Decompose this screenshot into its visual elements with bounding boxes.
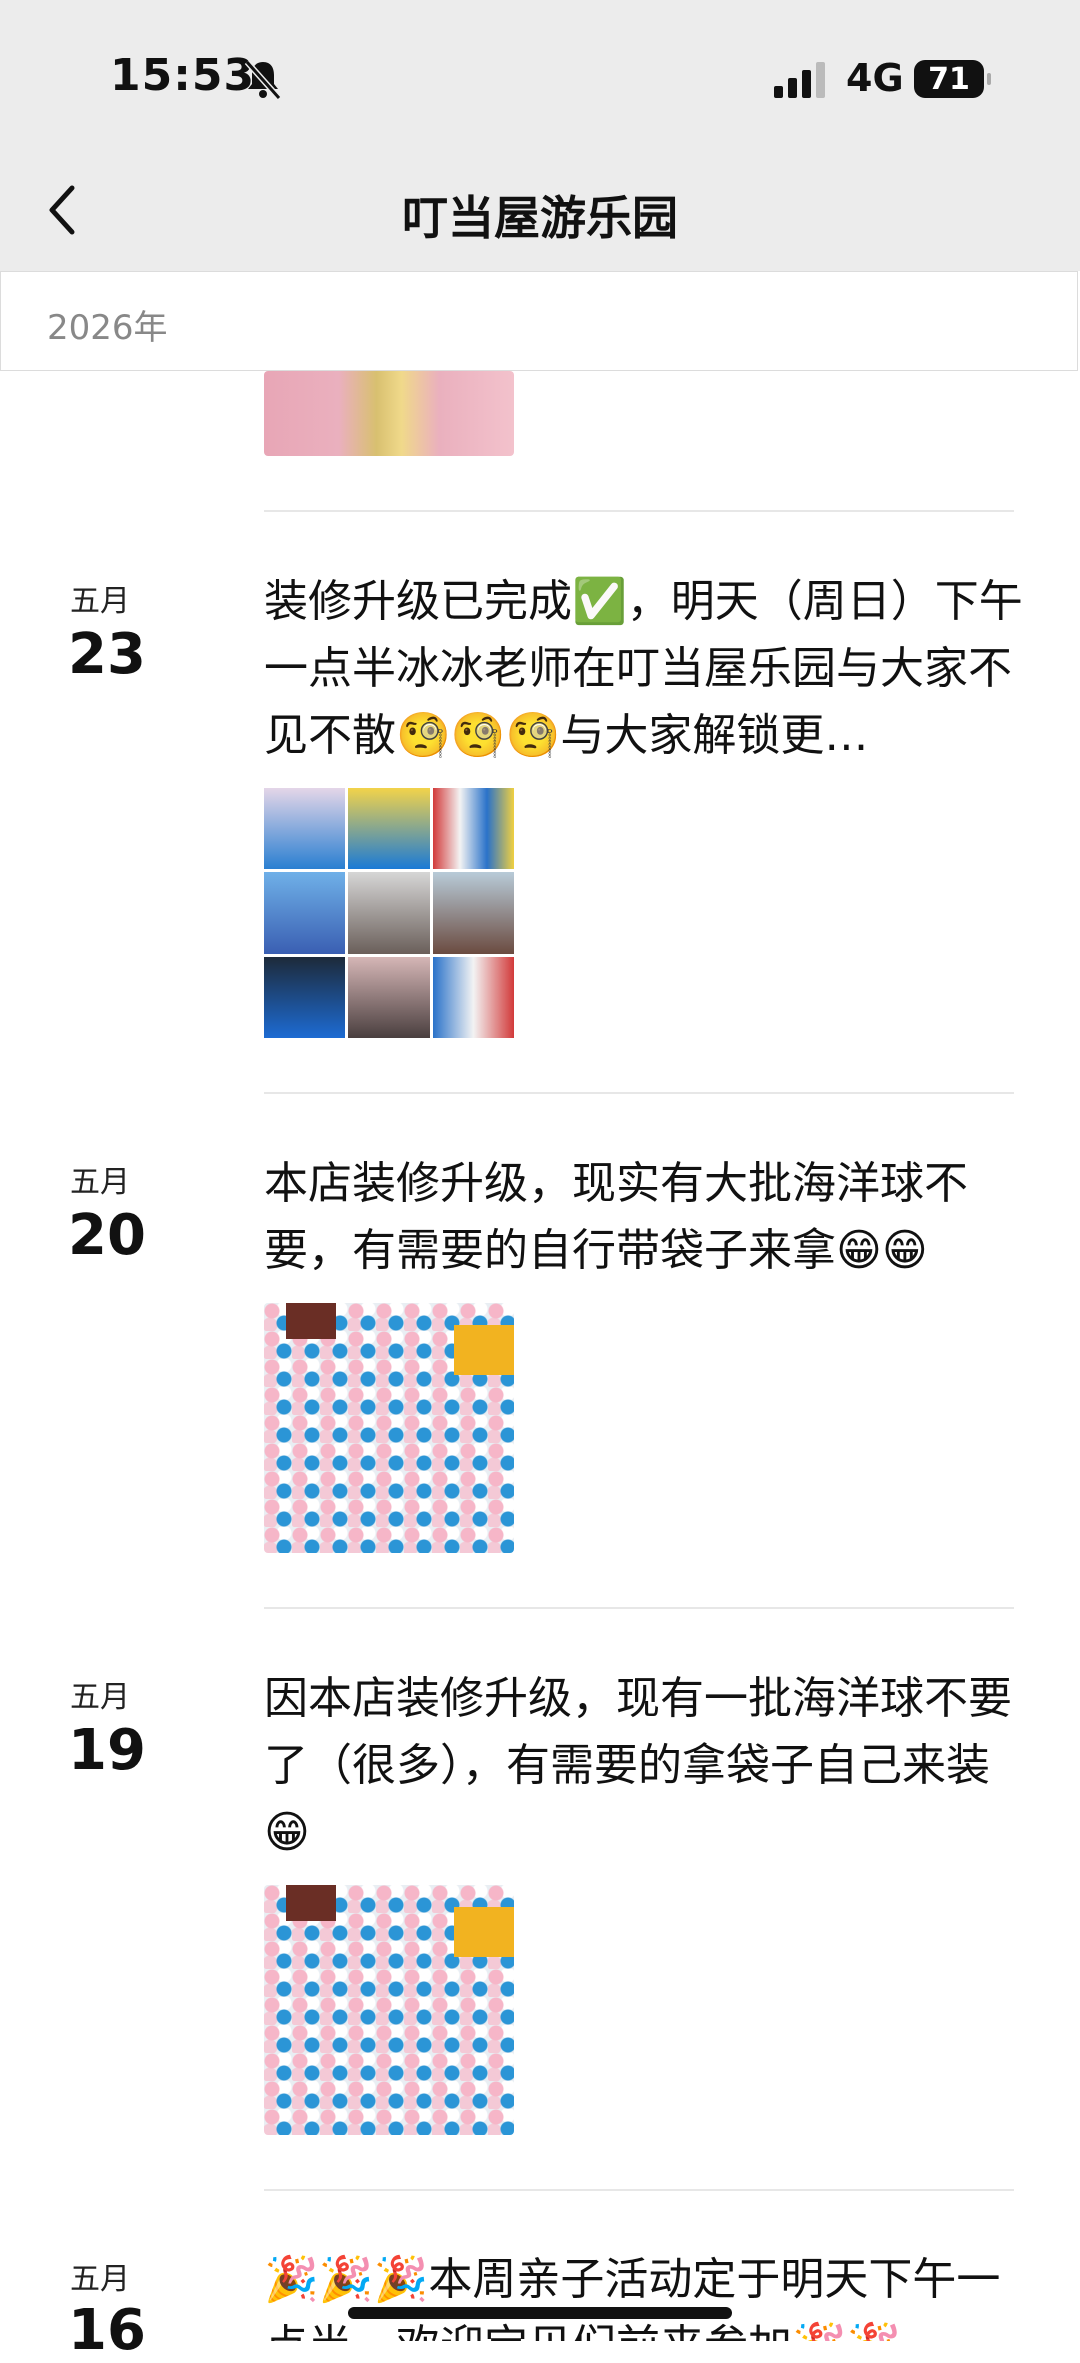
grid-photo[interactable]	[432, 788, 514, 870]
post-day: 19	[68, 1718, 146, 1783]
home-indicator[interactable]	[348, 2307, 732, 2319]
grid-photo[interactable]	[348, 956, 430, 1038]
post-month: 五月	[70, 1680, 130, 1715]
divider	[264, 1092, 1014, 1094]
post-text[interactable]: 装修升级已完成✅，明天（周日）下午一点半冰冰老师在叮当屋乐园与大家不见不散🧐🧐🧐…	[264, 568, 1024, 769]
post-image-grid[interactable]	[264, 788, 514, 1038]
divider	[264, 2189, 1014, 2191]
post-text[interactable]: 因本店装修升级，现有一批海洋球不要了（很多），有需要的拿袋子自己来装😁	[264, 1665, 1024, 1866]
grid-photo[interactable]	[348, 872, 430, 954]
post-day: 20	[68, 1203, 146, 1268]
post-image[interactable]	[264, 1885, 514, 2135]
post-text[interactable]: 🎉🎉🎉本周亲子活动定于明天下午一点半，欢迎宝贝们前来参加🎉🎉	[264, 2246, 1024, 2341]
battery-icon: 71	[914, 60, 991, 98]
post-month: 五月	[70, 584, 130, 619]
grid-photo[interactable]	[264, 956, 346, 1038]
post-day: 23	[68, 622, 146, 687]
grid-photo[interactable]	[432, 872, 514, 954]
page-title: 叮当屋游乐园	[402, 191, 678, 245]
signal-icon	[774, 62, 825, 98]
grid-photo[interactable]	[264, 788, 346, 870]
post-image[interactable]	[264, 1303, 514, 1553]
post-month: 五月	[70, 2262, 130, 2297]
grid-photo[interactable]	[432, 956, 514, 1038]
post-text[interactable]: 本店装修升级，现实有大批海洋球不要，有需要的自行带袋子来拿😁😁	[264, 1150, 1024, 1284]
bell-muted-icon	[244, 60, 282, 100]
network-type: 4G	[846, 56, 904, 100]
grid-photo[interactable]	[348, 788, 430, 870]
post-day: 16	[68, 2298, 146, 2363]
year-header: 2026年	[0, 271, 1078, 371]
status-time: 15:53	[110, 50, 256, 101]
divider	[264, 510, 1014, 512]
post-image-previous[interactable]	[264, 371, 514, 456]
battery-level: 71	[928, 61, 970, 97]
divider	[264, 1607, 1014, 1609]
grid-photo[interactable]	[264, 872, 346, 954]
top-bar: 15:53 4G 71 叮当屋游乐园	[0, 0, 1080, 271]
year-label: 2026年	[47, 308, 168, 348]
post-month: 五月	[70, 1165, 130, 1200]
